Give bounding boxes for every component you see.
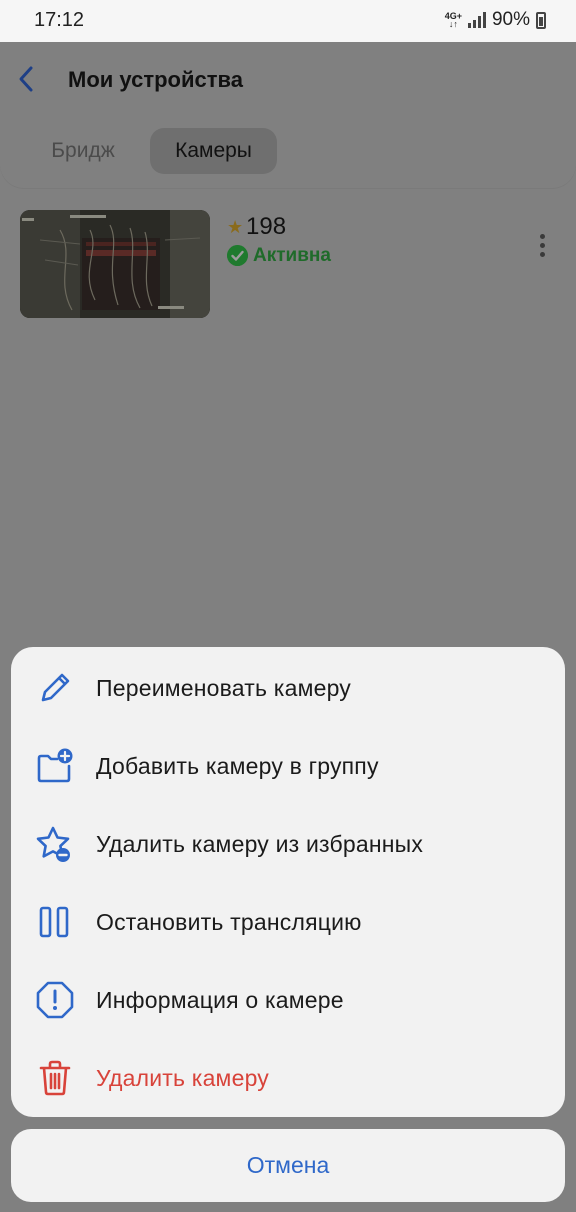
signal-icon	[467, 12, 486, 28]
folder-plus-icon	[37, 748, 73, 783]
app-header: Мои устройства Бридж Камеры	[0, 42, 576, 188]
menu-item-add-to-group[interactable]: Добавить камеру в группу	[11, 727, 565, 805]
battery-percent: 90%	[491, 9, 530, 30]
menu-item-label: Информация о камере	[96, 986, 344, 1013]
pause-icon	[39, 906, 69, 938]
camera-status: Активна	[253, 245, 331, 266]
menu-item-label: Удалить камеру из избранных	[96, 830, 424, 857]
menu-item-delete-camera[interactable]: Удалить камеру	[11, 1039, 565, 1117]
trash-icon	[39, 1060, 71, 1096]
menu-item-stop-stream[interactable]: Остановить трансляцию	[11, 883, 565, 961]
favorite-star-icon: ★	[227, 217, 244, 237]
tab-cameras[interactable]: Камеры	[150, 128, 277, 174]
menu-item-remove-favorite[interactable]: Удалить камеру из избранных	[11, 805, 565, 883]
status-bar: 17:12 4G+ ↓↑ 90%	[0, 0, 576, 42]
menu-item-camera-info[interactable]: Информация о камере	[11, 961, 565, 1039]
camera-thumbnail[interactable]	[20, 210, 210, 318]
info-icon	[36, 981, 74, 1019]
menu-item-rename[interactable]: Переименовать камеру	[11, 649, 565, 727]
back-arrow-icon[interactable]	[16, 62, 36, 96]
tab-bridge[interactable]: Бридж	[28, 128, 138, 174]
camera-name: 198	[246, 213, 287, 240]
menu-item-label: Добавить камеру в группу	[96, 752, 379, 779]
network-type-icon: 4G+ ↓↑	[444, 11, 462, 29]
more-options-icon[interactable]	[530, 232, 554, 260]
battery-icon	[536, 11, 546, 29]
status-check-icon	[227, 245, 248, 266]
menu-item-label: Удалить камеру	[96, 1064, 269, 1091]
menu-item-label: Остановить трансляцию	[96, 908, 362, 935]
status-time: 17:12	[34, 9, 85, 31]
pencil-icon	[41, 673, 70, 702]
star-minus-icon	[36, 826, 70, 862]
menu-item-label: Переименовать камеру	[96, 674, 352, 701]
cancel-button[interactable]: Отмена	[11, 1129, 565, 1202]
page-title: Мои устройства	[68, 67, 243, 92]
actions-sheet: Переименовать камеру Добавить камеру в г…	[11, 647, 565, 1117]
status-indicators: 4G+ ↓↑ 90%	[445, 9, 546, 31]
camera-preview-image	[20, 210, 210, 318]
